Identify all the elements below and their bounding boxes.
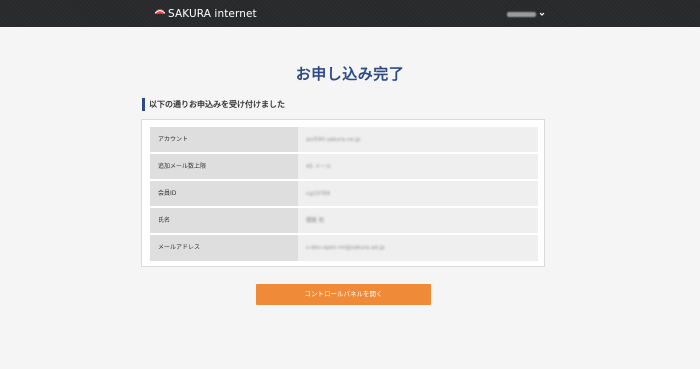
row-value: ani590.sakura.ne.jp xyxy=(298,127,538,153)
details-card: アカウント ani590.sakura.ne.jp 追加メール数上限 45 メー… xyxy=(141,119,545,267)
row-separator xyxy=(150,206,538,207)
table-row-mail-limit: 追加メール数上限 45 メール xyxy=(150,154,538,180)
table-row-name: 氏名 櫻散 和 xyxy=(150,208,538,234)
brand-name: SAKURA internet xyxy=(168,8,257,20)
top-navigation-bar: SAKURA internet xyxy=(0,0,700,27)
table-row-email: メールアドレス s-dev-open-ml@sakura.ad.jp xyxy=(150,235,538,261)
account-name xyxy=(507,11,536,17)
row-value: s-dev-open-ml@sakura.ad.jp xyxy=(298,235,538,261)
row-value: 45 メール xyxy=(298,154,538,180)
details-table: アカウント ani590.sakura.ne.jp 追加メール数上限 45 メー… xyxy=(150,127,538,261)
row-value-text: s-dev-open-ml@sakura.ad.jp xyxy=(306,245,385,251)
chevron-down-icon xyxy=(539,12,545,16)
row-value-text: ani590.sakura.ne.jp xyxy=(306,137,361,143)
row-label: 追加メール数上限 xyxy=(150,154,298,180)
table-row-member-id: 会員ID cg23789 xyxy=(150,181,538,207)
row-label: 会員ID xyxy=(150,181,298,207)
sakura-logo-icon xyxy=(154,9,166,14)
row-label: メールアドレス xyxy=(150,235,298,261)
row-separator xyxy=(150,152,538,153)
row-value: 櫻散 和 xyxy=(298,208,538,234)
row-value-text: 45 メール xyxy=(306,164,332,170)
row-label: 氏名 xyxy=(150,208,298,234)
open-control-panel-button[interactable]: コントロールパネルを開く xyxy=(256,284,431,305)
sakura-logo[interactable]: SAKURA internet xyxy=(153,6,257,22)
account-menu[interactable] xyxy=(507,9,545,19)
section-heading: 以下の通りお申込みを受け付けました xyxy=(142,98,285,111)
row-value-text: 櫻散 和 xyxy=(306,218,325,224)
page-title: お申し込み完了 xyxy=(295,65,405,83)
row-label: アカウント xyxy=(150,127,298,153)
row-value-text: cg23789 xyxy=(306,191,331,197)
table-row-account: アカウント ani590.sakura.ne.jp xyxy=(150,127,538,153)
row-value: cg23789 xyxy=(298,181,538,207)
row-separator xyxy=(150,179,538,180)
row-separator xyxy=(150,233,538,234)
